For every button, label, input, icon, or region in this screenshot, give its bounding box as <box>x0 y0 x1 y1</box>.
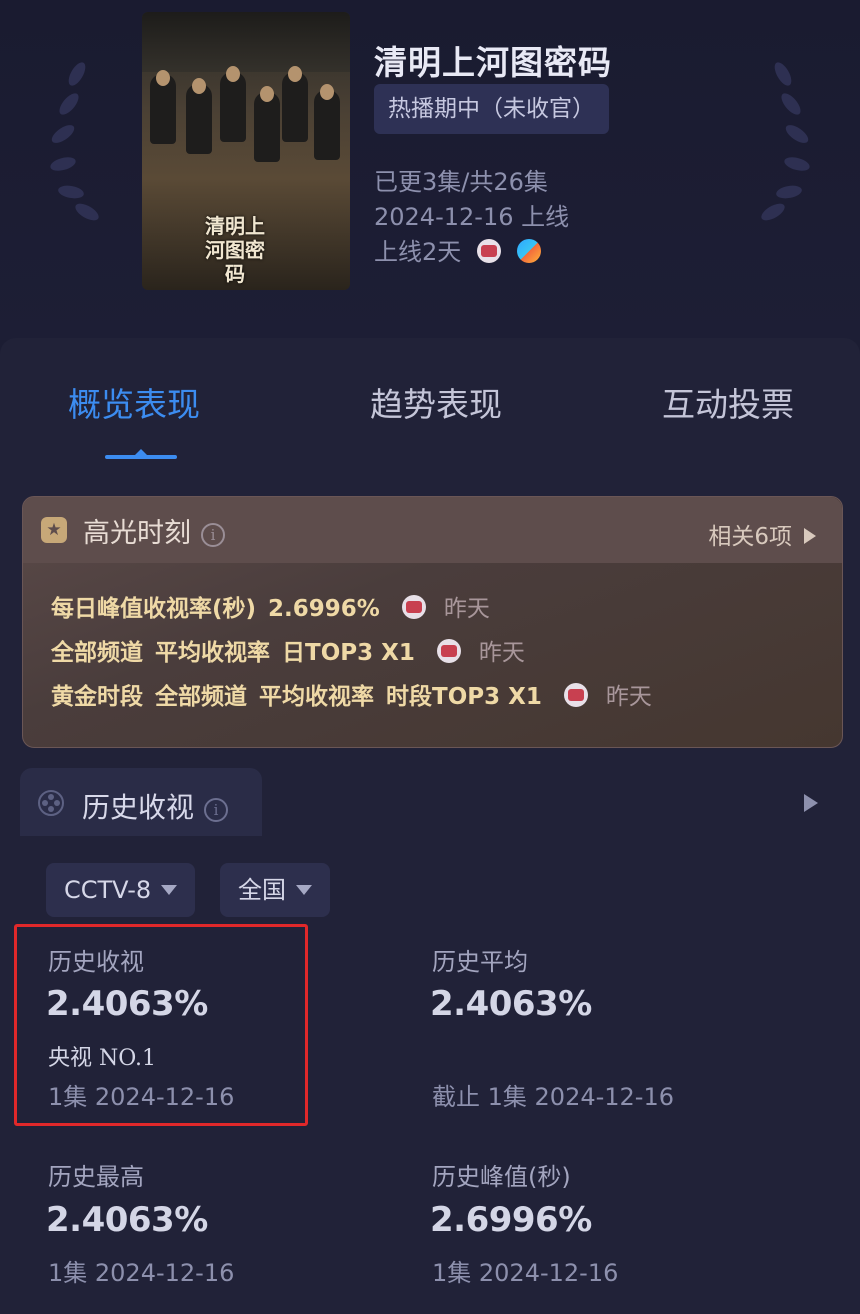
highlight-title-row: 高光时刻 i <box>83 511 225 550</box>
cctv-icon <box>436 639 461 663</box>
info-icon[interactable]: i <box>201 523 225 547</box>
history-title-row: 历史收视 i <box>82 786 229 826</box>
days-online: 上线2天 <box>374 238 462 266</box>
chevron-down-icon <box>296 885 312 895</box>
highlight-more-link[interactable]: 相关6项 <box>708 517 816 551</box>
highlight-text: 全部频道 <box>51 640 143 666</box>
stat-rank: 央视 NO.1 <box>48 1046 156 1071</box>
stat-label: 历史峰值(秒) <box>432 1163 571 1191</box>
play-arrow-icon <box>804 528 816 544</box>
region-select-value: 全国 <box>238 876 286 904</box>
days-online-row: 上线2天 <box>374 232 541 267</box>
highlight-value: 2.6996% <box>268 596 380 622</box>
tab-vote[interactable]: 互动投票 <box>662 378 794 426</box>
highlight-text: 平均收视率 <box>259 684 374 710</box>
highlight-text: 黄金时段 <box>51 684 143 710</box>
stat-value: 2.4063% <box>46 1200 208 1240</box>
film-reel-icon <box>38 790 64 816</box>
stat-label: 历史最高 <box>48 1163 144 1191</box>
laurel-left-icon <box>46 59 106 230</box>
premiere-date: 2024-12-16 上线 <box>374 203 570 231</box>
episode-count: 已更3集/共26集 <box>374 168 548 196</box>
tab-trend[interactable]: 趋势表现 <box>370 378 502 426</box>
highlight-date: 昨天 <box>605 684 652 710</box>
highlight-more-label: 相关6项 <box>708 524 792 550</box>
cctv-icon <box>476 239 501 263</box>
highlight-date: 昨天 <box>478 640 525 666</box>
highlight-item[interactable]: 黄金时段 全部频道 平均收视率 时段TOP3 X1 昨天 <box>51 677 652 711</box>
stat-note: 1集 2024-12-16 <box>48 1083 235 1111</box>
laurel-right-icon <box>752 59 812 230</box>
cctv-icon <box>563 683 588 707</box>
highlight-header: ★ 高光时刻 i 相关6项 <box>23 497 842 563</box>
channel-select-value: CCTV-8 <box>64 876 152 904</box>
star-icon: ★ <box>41 517 67 543</box>
youku-icon <box>516 239 541 263</box>
poster-title: 清明上河图密码 <box>205 214 265 286</box>
highlight-value: 时段TOP3 X1 <box>386 684 542 710</box>
stat-note: 截止 1集 2024-12-16 <box>432 1083 675 1111</box>
highlight-title: 高光时刻 <box>83 518 191 549</box>
stat-label: 历史收视 <box>48 948 144 976</box>
highlight-item[interactable]: 全部频道 平均收视率 日TOP3 X1 昨天 <box>51 633 525 667</box>
show-header: 清明上河图密码 清明上河图密码 热播期中（未收官） 已更3集/共26集 2024… <box>0 0 860 340</box>
tab-overview[interactable]: 概览表现 <box>68 378 200 426</box>
show-poster[interactable]: 清明上河图密码 <box>142 12 350 290</box>
stat-value: 2.4063% <box>46 984 208 1024</box>
info-icon[interactable]: i <box>204 798 229 822</box>
highlight-text: 平均收视率 <box>155 640 270 666</box>
region-select[interactable]: 全国 <box>220 863 330 917</box>
status-badge: 热播期中（未收官） <box>374 84 609 134</box>
stat-note: 1集 2024-12-16 <box>48 1259 235 1287</box>
highlight-text: 每日峰值收视率(秒) <box>51 596 257 622</box>
highlight-item[interactable]: 每日峰值收视率(秒) 2.6996% 昨天 <box>51 589 490 623</box>
history-expand-arrow-icon[interactable] <box>804 794 818 812</box>
show-title: 清明上河图密码 <box>374 43 612 82</box>
highlight-text: 全部频道 <box>155 684 247 710</box>
highlight-date: 昨天 <box>443 596 490 622</box>
stat-value: 2.6996% <box>430 1200 592 1240</box>
stat-note: 1集 2024-12-16 <box>432 1259 619 1287</box>
cctv-icon <box>401 595 426 619</box>
chevron-down-icon <box>161 885 178 895</box>
history-title: 历史收视 <box>82 791 195 824</box>
channel-select[interactable]: CCTV-8 <box>46 863 196 917</box>
history-header[interactable]: 历史收视 i <box>20 768 262 836</box>
stat-label: 历史平均 <box>432 948 528 976</box>
highlight-value: 日TOP3 X1 <box>282 640 415 666</box>
stat-value: 2.4063% <box>430 984 592 1024</box>
tab-indicator <box>105 449 177 459</box>
highlight-card[interactable]: ★ 高光时刻 i 相关6项 每日峰值收视率(秒) 2.6996% 昨天 全部频道 平均… <box>22 496 843 748</box>
